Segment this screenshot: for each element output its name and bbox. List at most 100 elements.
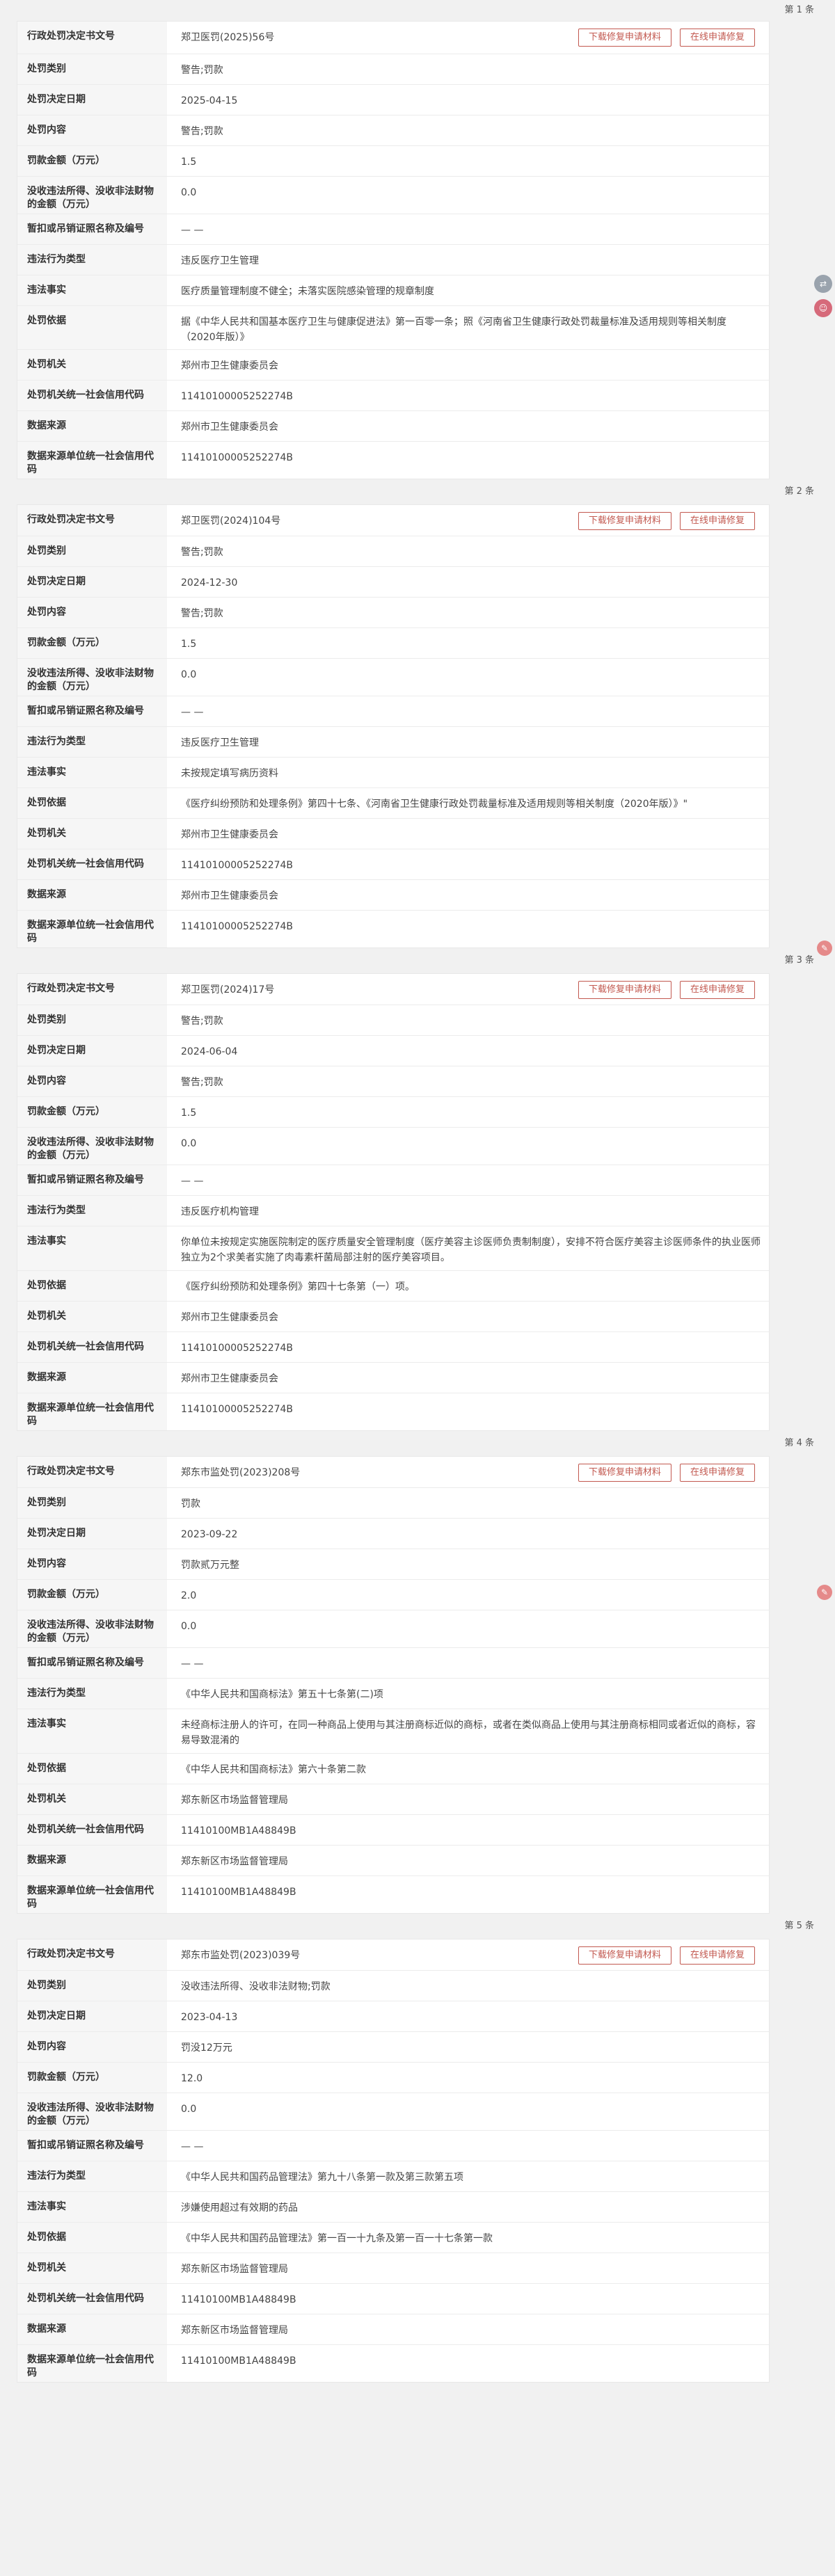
- value-date: 2024-12-30: [181, 577, 238, 589]
- row-license: 暂扣或吊销证照名称及编号 — —: [17, 1165, 769, 1196]
- row-facts: 违法事实 未按规定填写病历资料: [17, 758, 769, 788]
- penalty-record: 第 5 条 行政处罚决定书文号 郑东市监处罚(2023)039号 下载修复申请材…: [0, 1914, 835, 2383]
- value-facts: 你单位未按规定实施医院制定的医疗质量安全管理制度（医疗美容主诊医师负责制制度），…: [181, 1237, 761, 1263]
- label-violation-type: 违法行为类型: [17, 727, 167, 757]
- row-date: 处罚决定日期 2023-09-22: [17, 1519, 769, 1549]
- row-authority-code: 处罚机关统一社会信用代码 11410100005252274B: [17, 381, 769, 411]
- label-confiscation: 没收违法所得、没收非法财物的金额（万元）: [17, 1610, 167, 1647]
- label-facts: 违法事实: [17, 1709, 167, 1753]
- value-confiscation: 0.0: [181, 1621, 197, 1632]
- value-fine: 1.5: [181, 639, 197, 650]
- feedback-icon[interactable]: ✎: [817, 941, 832, 956]
- row-category: 处罚类别 没收违法所得、没收非法财物;罚款: [17, 1971, 769, 2001]
- value-fine: 1.5: [181, 1107, 197, 1119]
- value-date: 2023-09-22: [181, 1529, 238, 1540]
- record-index: 第 3 条: [784, 955, 814, 966]
- row-date: 处罚决定日期 2024-06-04: [17, 1036, 769, 1066]
- label-source-code: 数据来源单位统一社会信用代码: [17, 911, 167, 947]
- online-repair-button[interactable]: 在线申请修复: [679, 29, 755, 47]
- label-doc-no: 行政处罚决定书文号: [17, 1457, 167, 1487]
- row-content: 处罚内容 罚款贰万元整: [17, 1549, 769, 1580]
- row-basis: 处罚依据 《中华人民共和国药品管理法》第一百一十九条及第一百一十七条第一款: [17, 2223, 769, 2253]
- row-category: 处罚类别 警告;罚款: [17, 536, 769, 567]
- value-facts: 未经商标注册人的许可，在同一种商品上使用与其注册商标近似的商标，或者在类似商品上…: [181, 1720, 756, 1746]
- value-violation-type: 《中华人民共和国商标法》第五十七条第(二)项: [181, 1689, 383, 1700]
- share-icon[interactable]: ⇄: [814, 275, 832, 293]
- record-index: 第 4 条: [784, 1438, 814, 1448]
- row-confiscation: 没收违法所得、没收非法财物的金额（万元） 0.0: [17, 1610, 769, 1648]
- label-fine: 罚款金额（万元）: [17, 628, 167, 658]
- value-source: 郑东新区市场监督管理局: [181, 1856, 288, 1867]
- record-actions: 下载修复申请材料 在线申请修复: [578, 1946, 755, 1965]
- label-source: 数据来源: [17, 2314, 167, 2344]
- label-doc-no: 行政处罚决定书文号: [17, 505, 167, 536]
- record-table: 行政处罚决定书文号 郑卫医罚(2024)104号 下载修复申请材料 在线申请修复…: [17, 504, 770, 948]
- record-table: 行政处罚决定书文号 郑卫医罚(2024)17号 下载修复申请材料 在线申请修复 …: [17, 973, 770, 1431]
- value-violation-type: 《中华人民共和国药品管理法》第九十八条第一款及第三款第五项: [181, 2172, 463, 2183]
- record-table: 行政处罚决定书文号 郑卫医罚(2025)56号 下载修复申请材料 在线申请修复 …: [17, 21, 770, 479]
- value-source: 郑州市卫生健康委员会: [181, 890, 278, 902]
- label-authority: 处罚机关: [17, 819, 167, 849]
- value-basis: 《医疗纠纷预防和处理条例》第四十七条第（一）项。: [181, 1281, 415, 1293]
- row-source-code: 数据来源单位统一社会信用代码 11410100005252274B: [17, 1393, 769, 1430]
- download-repair-materials-button[interactable]: 下载修复申请材料: [578, 29, 671, 47]
- online-repair-button[interactable]: 在线申请修复: [679, 512, 755, 530]
- value-authority-code: 11410100MB1A48849B: [181, 1825, 296, 1837]
- service-icon[interactable]: ☺: [814, 299, 832, 317]
- value-fine: 1.5: [181, 157, 197, 168]
- download-repair-materials-button[interactable]: 下载修复申请材料: [578, 1464, 671, 1482]
- label-basis: 处罚依据: [17, 1754, 167, 1784]
- label-category: 处罚类别: [17, 1005, 167, 1035]
- value-category: 罚款: [181, 1498, 200, 1510]
- value-content: 警告;罚款: [181, 608, 223, 619]
- online-repair-button[interactable]: 在线申请修复: [679, 981, 755, 999]
- value-license: — —: [181, 2141, 204, 2152]
- row-basis: 处罚依据 《中华人民共和国商标法》第六十条第二款: [17, 1754, 769, 1784]
- value-source: 郑州市卫生健康委员会: [181, 1373, 278, 1384]
- row-source: 数据来源 郑州市卫生健康委员会: [17, 411, 769, 442]
- label-doc-no: 行政处罚决定书文号: [17, 974, 167, 1005]
- record-table: 行政处罚决定书文号 郑东市监处罚(2023)039号 下载修复申请材料 在线申请…: [17, 1939, 770, 2383]
- row-source-code: 数据来源单位统一社会信用代码 11410100MB1A48849B: [17, 2345, 769, 2382]
- row-source: 数据来源 郑东新区市场监督管理局: [17, 1846, 769, 1876]
- row-fine: 罚款金额（万元） 2.0: [17, 1580, 769, 1610]
- value-facts: 医疗质量管理制度不健全；未落实医院感染管理的规章制度: [181, 286, 434, 297]
- label-source: 数据来源: [17, 880, 167, 910]
- row-confiscation: 没收违法所得、没收非法财物的金额（万元） 0.0: [17, 1128, 769, 1165]
- row-authority: 处罚机关 郑州市卫生健康委员会: [17, 1302, 769, 1332]
- label-category: 处罚类别: [17, 536, 167, 566]
- value-authority: 郑州市卫生健康委员会: [181, 360, 278, 371]
- record-table: 行政处罚决定书文号 郑东市监处罚(2023)208号 下载修复申请材料 在线申请…: [17, 1456, 770, 1914]
- record-index: 第 2 条: [784, 486, 814, 497]
- value-authority: 郑州市卫生健康委员会: [181, 829, 278, 840]
- label-basis: 处罚依据: [17, 788, 167, 818]
- value-confiscation: 0.0: [181, 2104, 197, 2115]
- download-repair-materials-button[interactable]: 下载修复申请材料: [578, 1946, 671, 1965]
- label-date: 处罚决定日期: [17, 1519, 167, 1549]
- value-facts: 涉嫌使用超过有效期的药品: [181, 2202, 298, 2214]
- row-authority: 处罚机关 郑州市卫生健康委员会: [17, 350, 769, 381]
- label-content: 处罚内容: [17, 2032, 167, 2062]
- value-basis: 《中华人民共和国商标法》第六十条第二款: [181, 1764, 366, 1775]
- row-content: 处罚内容 警告;罚款: [17, 598, 769, 628]
- online-repair-button[interactable]: 在线申请修复: [679, 1946, 755, 1965]
- label-confiscation: 没收违法所得、没收非法财物的金额（万元）: [17, 659, 167, 696]
- label-basis: 处罚依据: [17, 1271, 167, 1301]
- download-repair-materials-button[interactable]: 下载修复申请材料: [578, 512, 671, 530]
- value-basis: 据《中华人民共和国基本医疗卫生与健康促进法》第一百零一条；照《河南省卫生健康行政…: [181, 317, 726, 343]
- label-license: 暂扣或吊销证照名称及编号: [17, 2131, 167, 2161]
- row-source-code: 数据来源单位统一社会信用代码 11410100005252274B: [17, 911, 769, 947]
- label-violation-type: 违法行为类型: [17, 1679, 167, 1709]
- download-repair-materials-button[interactable]: 下载修复申请材料: [578, 981, 671, 999]
- value-license: — —: [181, 1658, 204, 1670]
- record-actions: 下载修复申请材料 在线申请修复: [578, 1464, 755, 1482]
- row-facts: 违法事实 你单位未按规定实施医院制定的医疗质量安全管理制度（医疗美容主诊医师负责制…: [17, 1226, 769, 1271]
- online-repair-button[interactable]: 在线申请修复: [679, 1464, 755, 1482]
- row-content: 处罚内容 警告;罚款: [17, 115, 769, 146]
- record-actions: 下载修复申请材料 在线申请修复: [578, 512, 755, 530]
- value-content: 罚没12万元: [181, 2042, 232, 2054]
- row-authority-code: 处罚机关统一社会信用代码 11410100005252274B: [17, 1332, 769, 1363]
- label-basis: 处罚依据: [17, 306, 167, 349]
- feedback-icon[interactable]: ✎: [817, 1585, 832, 1600]
- value-confiscation: 0.0: [181, 187, 197, 198]
